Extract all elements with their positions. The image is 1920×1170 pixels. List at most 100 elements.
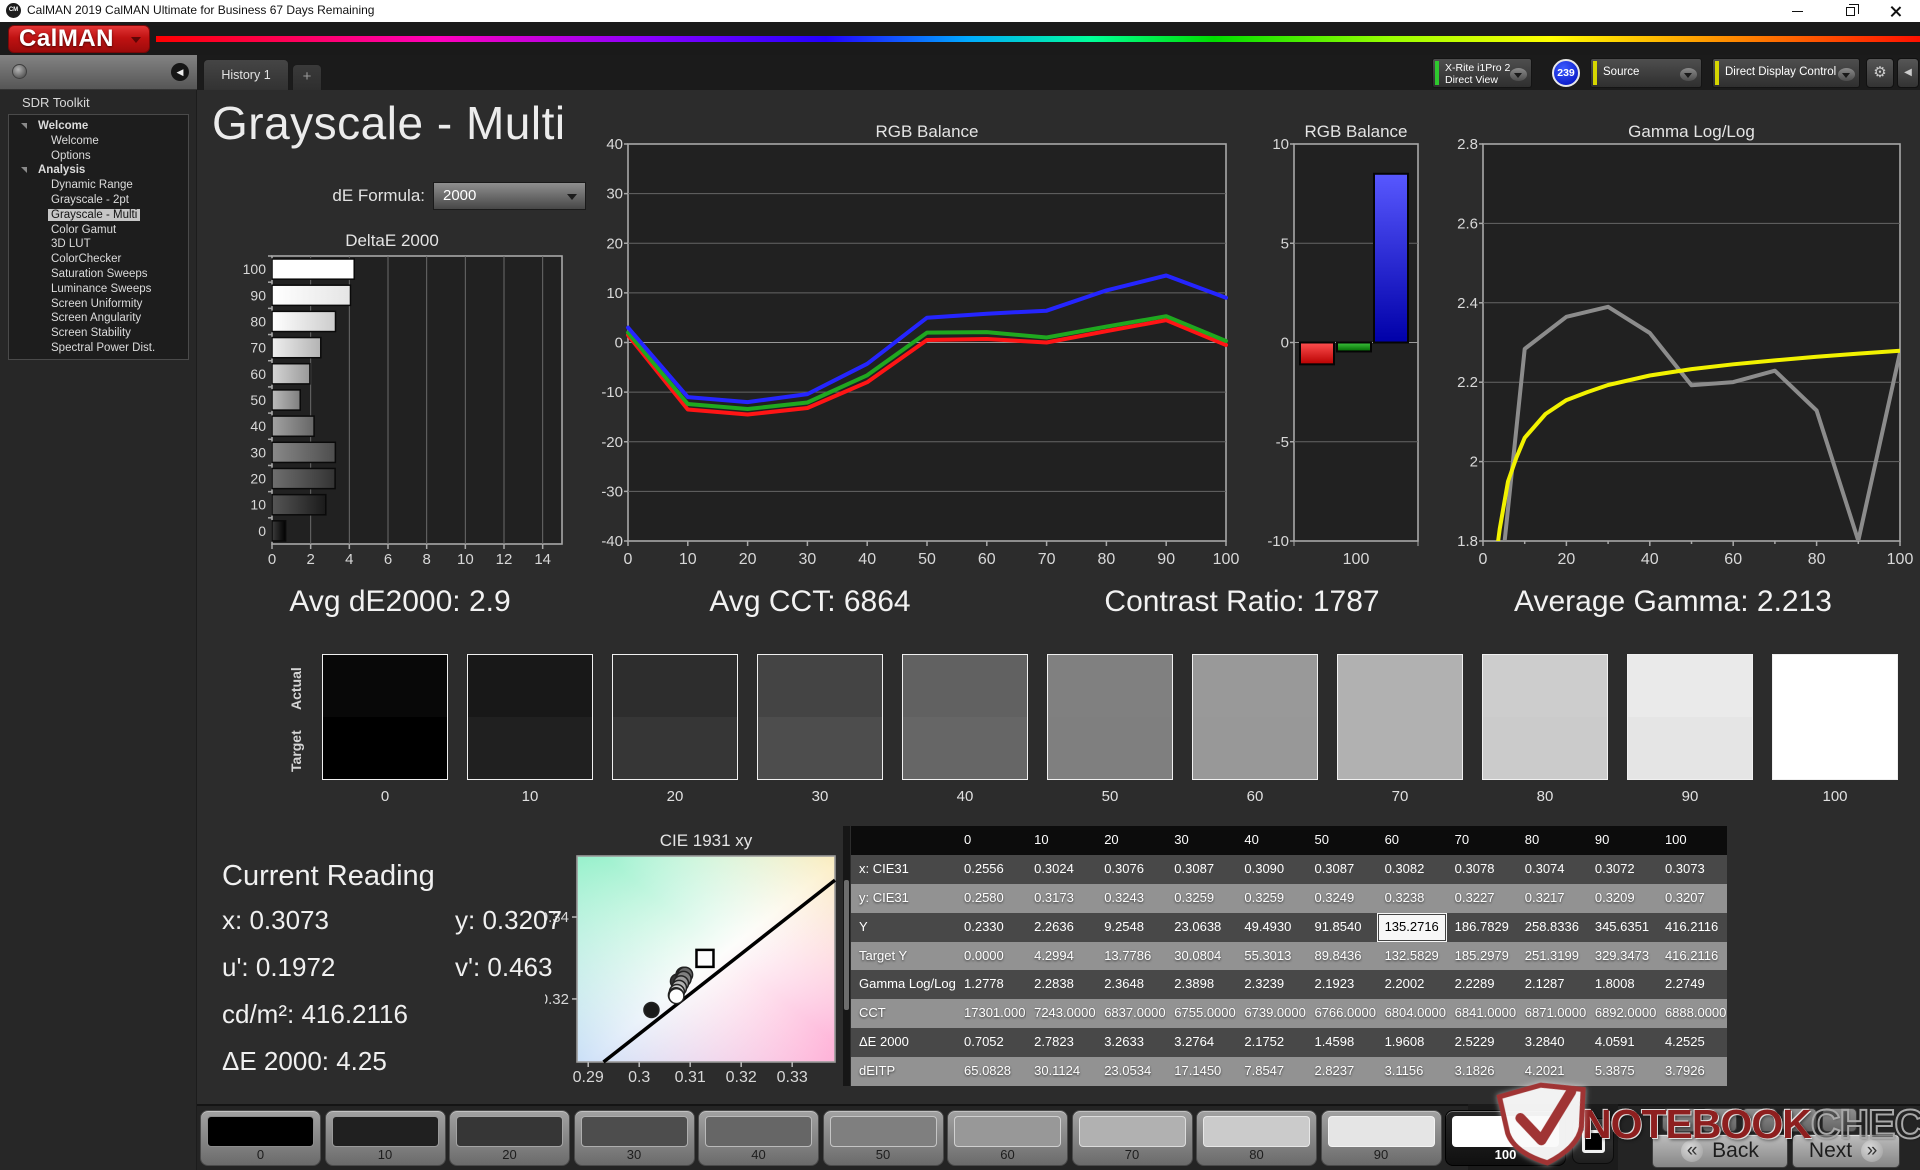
table-cell-x-cie31-70[interactable]: 0.3078 — [1447, 855, 1517, 884]
calman-logo-menu[interactable]: CalMAN — [8, 25, 150, 53]
table-cell-cct-20[interactable]: 6837.0000 — [1096, 999, 1166, 1028]
table-cell-y-90[interactable]: 345.6351 — [1587, 913, 1657, 942]
table-cell-deitp-70[interactable]: 3.1826 — [1447, 1057, 1517, 1086]
table-cell-y-0[interactable]: 0.2330 — [956, 913, 1026, 942]
table-cell-gamma-log-log-80[interactable]: 2.1287 — [1517, 970, 1587, 999]
minimize-button[interactable] — [1775, 0, 1820, 22]
table-cell-target-y-40[interactable]: 55.3013 — [1236, 942, 1306, 971]
level-button-40[interactable]: 40 — [698, 1110, 819, 1166]
table-cell-e-2000-20[interactable]: 3.2633 — [1096, 1028, 1166, 1057]
level-button-90[interactable]: 90 — [1321, 1110, 1442, 1166]
sidebar-item-3d-lut[interactable]: 3D LUT — [9, 237, 188, 252]
table-cell-cct-50[interactable]: 6766.0000 — [1306, 999, 1376, 1028]
table-cell-y-10[interactable]: 2.2636 — [1026, 913, 1096, 942]
table-cell-gamma-log-log-70[interactable]: 2.2289 — [1447, 970, 1517, 999]
table-cell-target-y-100[interactable]: 416.2116 — [1657, 942, 1727, 971]
table-cell-deitp-90[interactable]: 5.3875 — [1587, 1057, 1657, 1086]
table-cell-y-cie31-30[interactable]: 0.3259 — [1166, 884, 1236, 913]
table-cell-e-2000-50[interactable]: 1.4598 — [1306, 1028, 1376, 1057]
table-cell-y-cie31-70[interactable]: 0.3227 — [1447, 884, 1517, 913]
sidebar-item-analysis[interactable]: Analysis — [9, 163, 188, 178]
table-cell-deitp-10[interactable]: 30.1124 — [1026, 1057, 1096, 1086]
table-cell-target-y-10[interactable]: 4.2994 — [1026, 942, 1096, 971]
table-cell-y-40[interactable]: 49.4930 — [1236, 913, 1306, 942]
table-cell-y-100[interactable]: 416.2116 — [1657, 913, 1727, 942]
table-cell-cct-80[interactable]: 6871.0000 — [1517, 999, 1587, 1028]
table-cell-x-cie31-50[interactable]: 0.3087 — [1306, 855, 1376, 884]
table-cell-cct-10[interactable]: 7243.0000 — [1026, 999, 1096, 1028]
table-cell-target-y-20[interactable]: 13.7786 — [1096, 942, 1166, 971]
table-cell-deitp-20[interactable]: 23.0534 — [1096, 1057, 1166, 1086]
display-control-dropdown[interactable]: Direct Display Control — [1712, 58, 1860, 88]
table-cell-target-y-60[interactable]: 132.5829 — [1377, 942, 1447, 971]
table-cell-y-cie31-20[interactable]: 0.3243 — [1096, 884, 1166, 913]
table-cell-target-y-90[interactable]: 329.3473 — [1587, 942, 1657, 971]
table-cell-e-2000-10[interactable]: 2.7823 — [1026, 1028, 1096, 1057]
table-cell-y-cie31-100[interactable]: 0.3207 — [1657, 884, 1727, 913]
sidebar-item-screen-angularity[interactable]: Screen Angularity — [9, 311, 188, 326]
table-cell-e-2000-60[interactable]: 1.9608 — [1377, 1028, 1447, 1057]
sidebar-collapse-button[interactable]: ◀ — [171, 63, 189, 81]
mini-toolbar-button-4[interactable] — [1782, 1108, 1817, 1132]
table-cell-x-cie31-80[interactable]: 0.3074 — [1517, 855, 1587, 884]
table-cell-cct-40[interactable]: 6739.0000 — [1236, 999, 1306, 1028]
table-cell-y-80[interactable]: 258.8336 — [1517, 913, 1587, 942]
sidebar-item-saturation-sweeps[interactable]: Saturation Sweeps — [9, 267, 188, 282]
source-dropdown[interactable]: Source — [1590, 58, 1702, 88]
level-button-50[interactable]: 50 — [823, 1110, 944, 1166]
sidebar-item-welcome[interactable]: Welcome — [9, 134, 188, 149]
table-cell-y-cie31-60[interactable]: 0.3238 — [1377, 884, 1447, 913]
table-cell-x-cie31-20[interactable]: 0.3076 — [1096, 855, 1166, 884]
tab-history-1[interactable]: History 1 — [203, 59, 289, 90]
sidebar-item-colorchecker[interactable]: ColorChecker — [9, 252, 188, 267]
sidebar-item-luminance-sweeps[interactable]: Luminance Sweeps — [9, 282, 188, 297]
table-cell-e-2000-0[interactable]: 0.7052 — [956, 1028, 1026, 1057]
table-cell-gamma-log-log-0[interactable]: 1.2778 — [956, 970, 1026, 999]
de-formula-dropdown[interactable]: 2000 — [433, 182, 586, 210]
table-cell-y-50[interactable]: 91.8540 — [1306, 913, 1376, 942]
level-button-10[interactable]: 10 — [325, 1110, 446, 1166]
table-cell-cct-90[interactable]: 6892.0000 — [1587, 999, 1657, 1028]
table-cell-y-20[interactable]: 9.2548 — [1096, 913, 1166, 942]
sidebar-item-grayscale-2pt[interactable]: Grayscale - 2pt — [9, 193, 188, 208]
table-cell-x-cie31-30[interactable]: 0.3087 — [1166, 855, 1236, 884]
table-cell-gamma-log-log-90[interactable]: 1.8008 — [1587, 970, 1657, 999]
table-cell-y-cie31-0[interactable]: 0.2580 — [956, 884, 1026, 913]
table-cell-x-cie31-40[interactable]: 0.3090 — [1236, 855, 1306, 884]
settings-button[interactable]: ⚙ — [1866, 58, 1894, 88]
sidebar-item-screen-stability[interactable]: Screen Stability — [9, 326, 188, 341]
level-button-20[interactable]: 20 — [449, 1110, 570, 1166]
table-cell-x-cie31-90[interactable]: 0.3072 — [1587, 855, 1657, 884]
table-cell-gamma-log-log-60[interactable]: 2.2002 — [1377, 970, 1447, 999]
sidebar-item-screen-uniformity[interactable]: Screen Uniformity — [9, 297, 188, 312]
table-cell-deitp-0[interactable]: 65.0828 — [956, 1057, 1026, 1086]
table-cell-x-cie31-100[interactable]: 0.3073 — [1657, 855, 1727, 884]
measurement-count-badge[interactable]: 239 — [1552, 59, 1580, 87]
table-cell-target-y-80[interactable]: 251.3199 — [1517, 942, 1587, 971]
panel-collapse-button[interactable]: ◀ — [1897, 58, 1919, 88]
table-cell-cct-60[interactable]: 6804.0000 — [1377, 999, 1447, 1028]
table-cell-y-cie31-40[interactable]: 0.3259 — [1236, 884, 1306, 913]
table-cell-gamma-log-log-40[interactable]: 2.3239 — [1236, 970, 1306, 999]
table-cell-deitp-50[interactable]: 2.8237 — [1306, 1057, 1376, 1086]
table-cell-x-cie31-60[interactable]: 0.3082 — [1377, 855, 1447, 884]
table-cell-e-2000-90[interactable]: 4.0591 — [1587, 1028, 1657, 1057]
restore-button[interactable] — [1828, 0, 1873, 22]
table-cell-e-2000-100[interactable]: 4.2525 — [1657, 1028, 1727, 1057]
level-button-80[interactable]: 80 — [1196, 1110, 1317, 1166]
level-button-70[interactable]: 70 — [1072, 1110, 1193, 1166]
table-cell-e-2000-70[interactable]: 2.5229 — [1447, 1028, 1517, 1057]
table-cell-y-30[interactable]: 23.0638 — [1166, 913, 1236, 942]
table-cell-cct-100[interactable]: 6888.0000 — [1657, 999, 1727, 1028]
level-button-60[interactable]: 60 — [947, 1110, 1068, 1166]
table-cell-cct-0[interactable]: 17301.0000 — [956, 999, 1026, 1028]
level-button-30[interactable]: 30 — [574, 1110, 695, 1166]
sidebar-item-color-gamut[interactable]: Color Gamut — [9, 223, 188, 238]
table-cell-target-y-0[interactable]: 0.0000 — [956, 942, 1026, 971]
meter-dropdown[interactable]: X-Rite i1Pro 2 Direct View — [1432, 58, 1532, 88]
next-button[interactable]: Next » — [1792, 1134, 1900, 1168]
table-cell-y-cie31-80[interactable]: 0.3217 — [1517, 884, 1587, 913]
add-tab-button[interactable]: + — [292, 64, 322, 90]
table-cell-gamma-log-log-50[interactable]: 2.1923 — [1306, 970, 1376, 999]
expander-icon[interactable] — [21, 123, 27, 129]
